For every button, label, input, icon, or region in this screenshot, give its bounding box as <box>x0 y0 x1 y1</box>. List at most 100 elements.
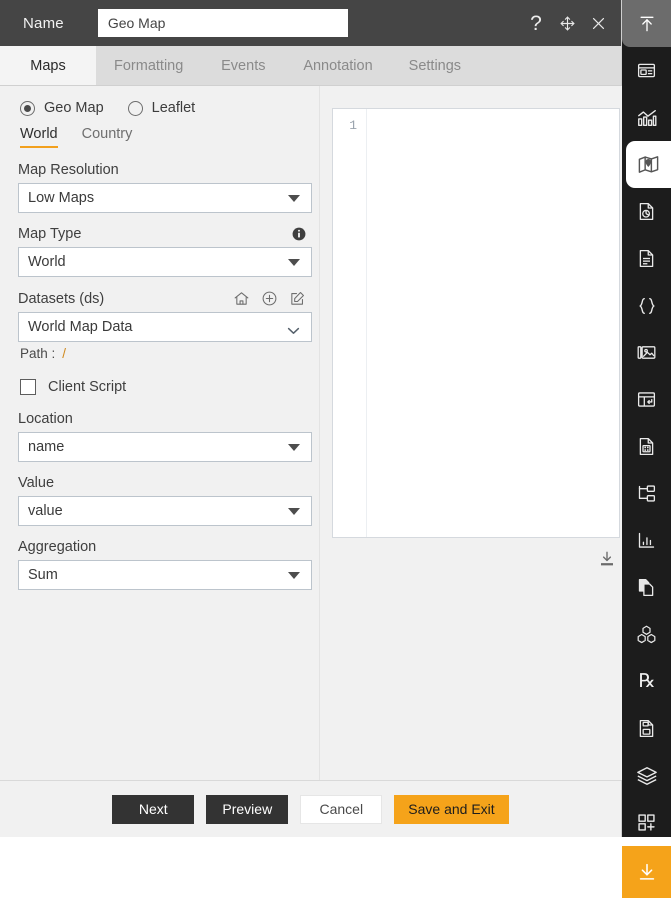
value-head: Value <box>18 475 311 491</box>
script-editor[interactable]: 1 <box>332 108 620 538</box>
dataset-path: Path : / <box>20 346 311 361</box>
location-head: Location <box>18 411 311 427</box>
dashboard-panel-icon[interactable] <box>622 47 671 94</box>
collapse-up-icon[interactable] <box>622 0 671 47</box>
titlebar-actions: ? <box>525 12 621 34</box>
path-value: / <box>62 346 67 361</box>
image-gallery-icon[interactable] <box>622 329 671 376</box>
info-circle-icon[interactable] <box>292 227 306 241</box>
location-select[interactable]: name <box>18 432 312 462</box>
question-mark-icon[interactable]: ? <box>525 12 547 34</box>
radio-geo-map-label: Geo Map <box>44 100 104 116</box>
tab-maps[interactable]: Maps <box>0 46 96 85</box>
map-resolution-value: Low Maps <box>28 190 95 206</box>
home-icon[interactable] <box>233 290 250 307</box>
save-doc-icon[interactable] <box>622 705 671 752</box>
edit-square-icon[interactable] <box>289 290 306 307</box>
config-left-pane: Geo Map Leaflet World Country Map Resolu… <box>0 86 320 780</box>
dialog-titlebar: Name Geo Map ? <box>0 0 621 46</box>
next-button[interactable]: Next <box>112 794 195 824</box>
cubes-icon[interactable] <box>622 611 671 658</box>
chevron-down-icon <box>288 571 300 579</box>
preview-button[interactable]: Preview <box>206 794 289 824</box>
add-circle-icon[interactable] <box>261 290 278 307</box>
location-value: name <box>28 439 65 455</box>
field-map-type: Map Type World <box>18 226 312 277</box>
tab-events[interactable]: Events <box>201 46 285 85</box>
tab-annotation[interactable]: Annotation <box>285 46 390 85</box>
prescription-rx-icon[interactable]: ℞ <box>622 658 671 705</box>
radio-geo-map[interactable]: Geo Map <box>20 100 104 116</box>
bar-stats-icon[interactable] <box>622 517 671 564</box>
client-script-row[interactable]: Client Script <box>20 379 311 395</box>
datasets-select[interactable]: World Map Data <box>18 312 312 342</box>
map-type-value: World <box>28 254 66 270</box>
chevron-down-icon <box>288 258 300 266</box>
aggregation-label: Aggregation <box>18 539 97 555</box>
right-icon-rail: ℞ <box>622 0 671 898</box>
editor-line-number: 1 <box>349 118 357 133</box>
map-pin-icon[interactable] <box>626 141 671 188</box>
aggregation-select[interactable]: Sum <box>18 560 312 590</box>
chevron-down-icon <box>288 443 300 451</box>
map-type-head: Map Type <box>18 226 311 242</box>
dialog-footer: Next Preview Cancel Save and Exit <box>0 780 621 837</box>
field-location: Location name <box>18 411 312 462</box>
editor-toolbar <box>332 550 620 568</box>
map-type-select[interactable]: World <box>18 247 312 277</box>
tab-formatting[interactable]: Formatting <box>96 46 201 85</box>
radio-leaflet[interactable]: Leaflet <box>127 100 196 116</box>
chevron-down-icon <box>288 194 300 202</box>
pie-report-icon[interactable] <box>622 188 671 235</box>
field-value: Value value <box>18 475 312 526</box>
map-resolution-select[interactable]: Low Maps <box>18 183 312 213</box>
datasets-label: Datasets (ds) <box>18 290 105 307</box>
field-datasets: Datasets (ds) World Map Data <box>18 290 312 342</box>
value-label: Value <box>18 475 55 491</box>
table-insert-icon[interactable] <box>622 376 671 423</box>
aggregation-head: Aggregation <box>18 539 311 555</box>
path-label: Path : <box>20 346 56 361</box>
widget-name-value: Geo Map <box>107 15 166 31</box>
aggregation-value: Sum <box>28 567 58 583</box>
widget-config-dialog: Name Geo Map ? Maps Formatting Events An… <box>0 0 636 837</box>
client-script-label: Client Script <box>48 379 127 395</box>
save-and-exit-button[interactable]: Save and Exit <box>394 794 509 824</box>
value-select[interactable]: value <box>18 496 312 526</box>
subtab-country[interactable]: Country <box>82 126 133 148</box>
cancel-button[interactable]: Cancel <box>300 794 383 824</box>
subtab-world[interactable]: World <box>20 126 58 148</box>
client-script-checkbox[interactable] <box>20 379 36 395</box>
field-aggregation: Aggregation Sum <box>18 539 312 590</box>
editor-code-area[interactable] <box>367 109 619 537</box>
radio-leaflet-label: Leaflet <box>151 100 196 116</box>
add-widget-icon[interactable] <box>622 799 671 846</box>
chart-bars-icon[interactable] <box>622 94 671 141</box>
field-map-resolution: Map Resolution Low Maps <box>18 162 312 213</box>
radio-geo-map-indicator <box>20 100 35 116</box>
calculator-doc-icon[interactable] <box>622 423 671 470</box>
datasets-actions <box>233 290 306 307</box>
layers-icon[interactable] <box>622 752 671 799</box>
widget-name-input[interactable]: Geo Map <box>97 9 348 37</box>
tab-settings[interactable]: Settings <box>391 46 479 85</box>
config-right-pane: 1 <box>320 86 636 780</box>
map-mode-radio-group: Geo Map Leaflet <box>20 100 311 116</box>
map-resolution-head: Map Resolution <box>18 162 311 178</box>
tree-folder-icon[interactable] <box>622 470 671 517</box>
scope-subtabs: World Country <box>20 126 311 148</box>
map-resolution-label: Map Resolution <box>18 162 119 178</box>
dialog-body: Geo Map Leaflet World Country Map Resolu… <box>0 86 636 780</box>
datasets-head: Datasets (ds) <box>18 290 311 307</box>
move-arrows-icon[interactable] <box>556 12 578 34</box>
download-icon[interactable] <box>598 550 616 568</box>
chevron-down-icon <box>287 323 300 334</box>
document-icon[interactable] <box>622 235 671 282</box>
copy-doc-icon[interactable] <box>622 564 671 611</box>
close-x-icon[interactable] <box>587 12 609 34</box>
download-arrow-icon[interactable] <box>622 846 671 898</box>
value-value: value <box>28 503 63 519</box>
editor-gutter: 1 <box>333 109 367 537</box>
chevron-down-icon <box>288 507 300 515</box>
code-braces-icon[interactable] <box>622 282 671 329</box>
